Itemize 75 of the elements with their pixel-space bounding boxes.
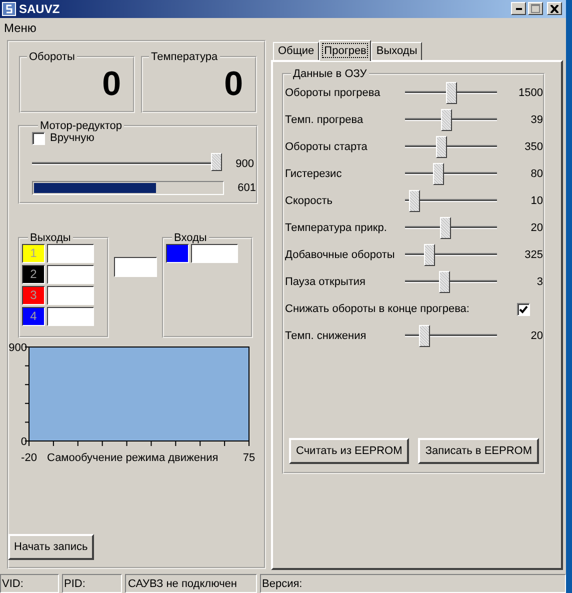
checkbox[interactable] xyxy=(32,132,45,145)
readout-value: 0 xyxy=(223,64,244,104)
setting-label: Температура прикр. xyxy=(285,222,388,234)
slider-value: 1500 xyxy=(518,87,543,100)
menu-item[interactable]: Меню xyxy=(4,20,36,35)
slider-thumb[interactable] xyxy=(436,136,447,158)
slider-value: 3 xyxy=(536,276,543,288)
setting-label: Темп. снижения xyxy=(285,330,368,342)
input-field[interactable] xyxy=(191,244,238,263)
group-title: Выходы xyxy=(29,232,72,244)
slider-value: 39 xyxy=(530,114,543,126)
readout-value: 0 xyxy=(101,64,122,104)
slider-thumb[interactable] xyxy=(433,163,444,186)
axis-label: 75 xyxy=(242,452,256,464)
slider-thumb[interactable] xyxy=(211,152,222,171)
output-field[interactable] xyxy=(47,244,94,263)
color-indicator: 3 xyxy=(22,286,45,305)
status-cell: PID: xyxy=(62,574,122,593)
setting-label: Снижать обороты в конце прогрева: xyxy=(285,303,470,316)
group-title: Обороты xyxy=(28,50,76,63)
tab[interactable]: Выходы xyxy=(371,42,422,60)
setting-label: Обороты прогрева xyxy=(285,87,382,100)
checkbox[interactable] xyxy=(517,302,530,316)
maximize-button[interactable] xyxy=(528,2,543,16)
setting-label: Добавочные обороты xyxy=(285,249,396,262)
eeprom-button[interactable]: Считать из EEPROM xyxy=(289,438,410,464)
status-cell: VID: xyxy=(0,574,59,593)
slider-thumb[interactable] xyxy=(418,325,430,348)
start-record-button[interactable]: Начать запись xyxy=(8,534,94,560)
slider-value: 350 xyxy=(524,141,543,154)
slider-value: 20 xyxy=(530,330,543,342)
slider-value: 20 xyxy=(530,222,543,234)
slider-thumb[interactable] xyxy=(439,271,450,294)
progress-value: 601 xyxy=(236,182,256,194)
setting-label: Темп. прогрева xyxy=(285,114,364,126)
color-indicator: 2 xyxy=(22,264,45,284)
setting-label: Пауза открытия xyxy=(285,276,367,288)
slider-thumb[interactable] xyxy=(440,217,451,240)
color-indicator: 1 xyxy=(22,244,45,263)
slider-value: 325 xyxy=(524,249,543,262)
minimize-icon xyxy=(516,8,522,10)
tab[interactable]: Прогрев xyxy=(319,40,372,61)
close-icon xyxy=(550,4,559,13)
axis-label: 900 xyxy=(8,342,27,354)
checkbox-label: Вручную xyxy=(50,132,94,144)
slider-thumb[interactable] xyxy=(441,109,452,132)
slider-thumb[interactable] xyxy=(424,244,436,266)
output-field[interactable] xyxy=(47,306,94,326)
app-icon xyxy=(2,2,16,16)
group-title: Данные в ОЗУ xyxy=(292,68,368,80)
slider-thumb[interactable] xyxy=(446,82,458,104)
color-indicator: 4 xyxy=(22,306,45,326)
group-title: Температура xyxy=(150,50,219,63)
close-button[interactable] xyxy=(547,2,562,16)
slider-value: 80 xyxy=(530,168,543,180)
slider-value: 10 xyxy=(530,195,543,208)
setting-label: Скорость xyxy=(285,195,334,208)
group-title: Входы xyxy=(173,232,208,244)
axis-label: -20 xyxy=(21,452,37,464)
maximize-icon xyxy=(531,4,540,14)
output-field[interactable] xyxy=(47,264,94,284)
setting-label: Гистерезис xyxy=(285,168,343,180)
value-field[interactable] xyxy=(114,256,157,277)
axis-title: Самообучение режима движения xyxy=(47,452,218,464)
status-cell: САУВЗ не подключен xyxy=(125,574,257,593)
slider-value: 900 xyxy=(234,158,254,170)
output-field[interactable] xyxy=(47,286,94,305)
tab[interactable]: Общие xyxy=(273,42,320,60)
slider-thumb[interactable] xyxy=(409,190,420,212)
minimize-button[interactable] xyxy=(511,2,526,16)
window-title: SAUVZ xyxy=(19,2,61,16)
status-cell: Версия: xyxy=(260,574,566,593)
setting-label: Обороты старта xyxy=(285,141,368,154)
eeprom-button[interactable]: Записать в EEPROM xyxy=(418,438,539,464)
group-title: Мотор-редуктор xyxy=(39,120,123,132)
